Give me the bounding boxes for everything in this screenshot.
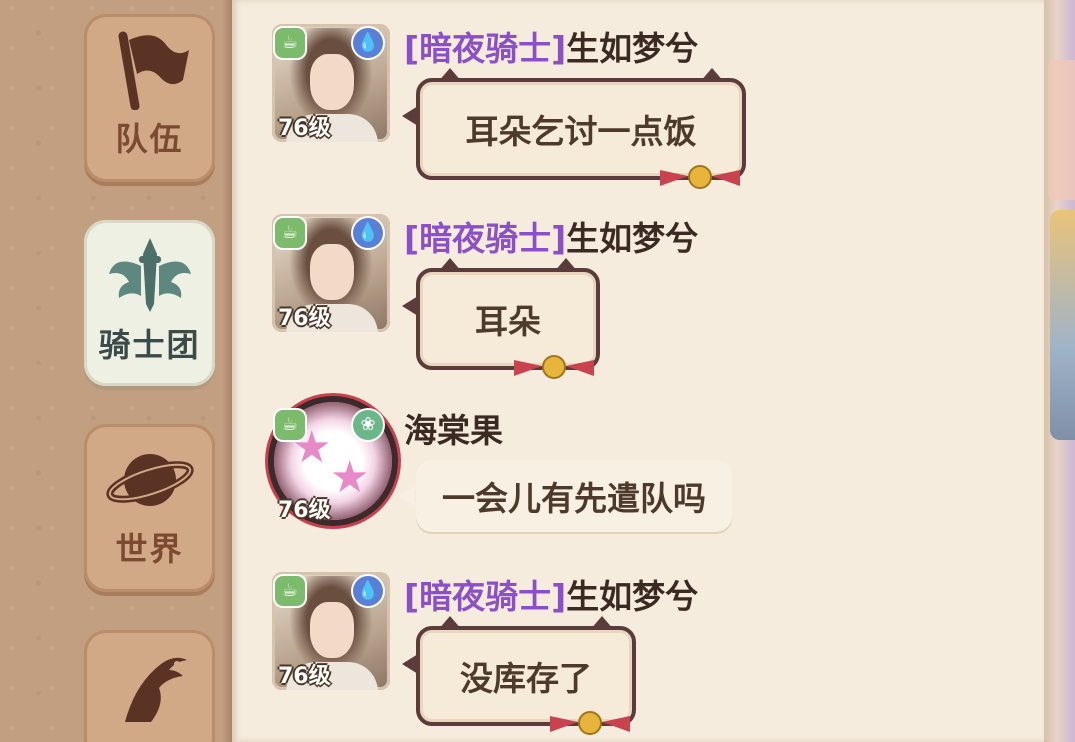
guild-tag: [暗夜骑士] xyxy=(404,219,567,258)
tab-team[interactable]: 队伍 xyxy=(84,14,215,182)
bird-icon xyxy=(124,657,187,722)
rail-divider xyxy=(222,0,232,742)
class-icon: ☕ xyxy=(275,28,305,58)
class-icon: ☕ xyxy=(275,410,305,440)
tab-world-label: 世界 xyxy=(115,530,184,568)
message-text: 耳朵 xyxy=(475,302,541,341)
sender-name: [暗夜骑士]生如梦兮 xyxy=(404,570,698,618)
level-label: 76级 xyxy=(278,498,331,523)
planet-icon xyxy=(105,454,194,506)
water-element-icon: 💧 xyxy=(353,28,383,58)
sender-name: [暗夜骑士]生如梦兮 xyxy=(404,22,698,70)
bell-bow-icon xyxy=(660,165,740,189)
wind-element-icon: ❀ xyxy=(353,410,383,440)
bell-bow-icon xyxy=(550,711,630,735)
message-bubble[interactable]: 一会儿有先遣队吗 xyxy=(398,460,732,532)
message-text: 耳朵乞讨一点饭 xyxy=(465,112,697,151)
sender-name: 海棠果 xyxy=(404,404,503,452)
tab-world[interactable]: 世界 xyxy=(84,424,215,592)
message-bubble[interactable]: 没库存了 xyxy=(402,616,636,735)
sender-name: [暗夜骑士]生如梦兮 xyxy=(404,212,698,260)
water-element-icon: 💧 xyxy=(353,576,383,606)
player-name: 生如梦兮 xyxy=(566,577,699,616)
tab-knight-order[interactable]: 骑士团 xyxy=(84,220,215,386)
player-name: 生如梦兮 xyxy=(566,219,699,258)
tab-more[interactable] xyxy=(84,630,215,742)
scene-decoration xyxy=(1048,60,1075,200)
tab-team-label: 队伍 xyxy=(115,120,184,158)
class-icon: ☕ xyxy=(275,218,305,248)
guild-tag: [暗夜骑士] xyxy=(404,29,567,68)
class-icon: ☕ xyxy=(275,576,305,606)
scene-decoration xyxy=(1050,210,1075,440)
message-text: 没库存了 xyxy=(460,659,592,698)
message-bubble[interactable]: 耳朵 xyxy=(402,258,600,379)
message-bubble[interactable]: 耳朵乞讨一点饭 xyxy=(402,68,746,189)
message-text: 一会儿有先遣队吗 xyxy=(442,479,706,518)
tab-knight-order-label: 骑士团 xyxy=(98,326,201,364)
bell-bow-icon xyxy=(514,355,594,379)
guild-tag: [暗夜骑士] xyxy=(404,577,567,616)
level-label: 76级 xyxy=(278,306,331,331)
water-element-icon: 💧 xyxy=(353,218,383,248)
player-name: 海棠果 xyxy=(404,411,503,450)
knight-crest-icon xyxy=(108,238,191,312)
player-name: 生如梦兮 xyxy=(566,29,699,68)
level-label: 76级 xyxy=(278,116,331,141)
flag-icon xyxy=(118,31,189,110)
level-label: 76级 xyxy=(278,664,331,689)
